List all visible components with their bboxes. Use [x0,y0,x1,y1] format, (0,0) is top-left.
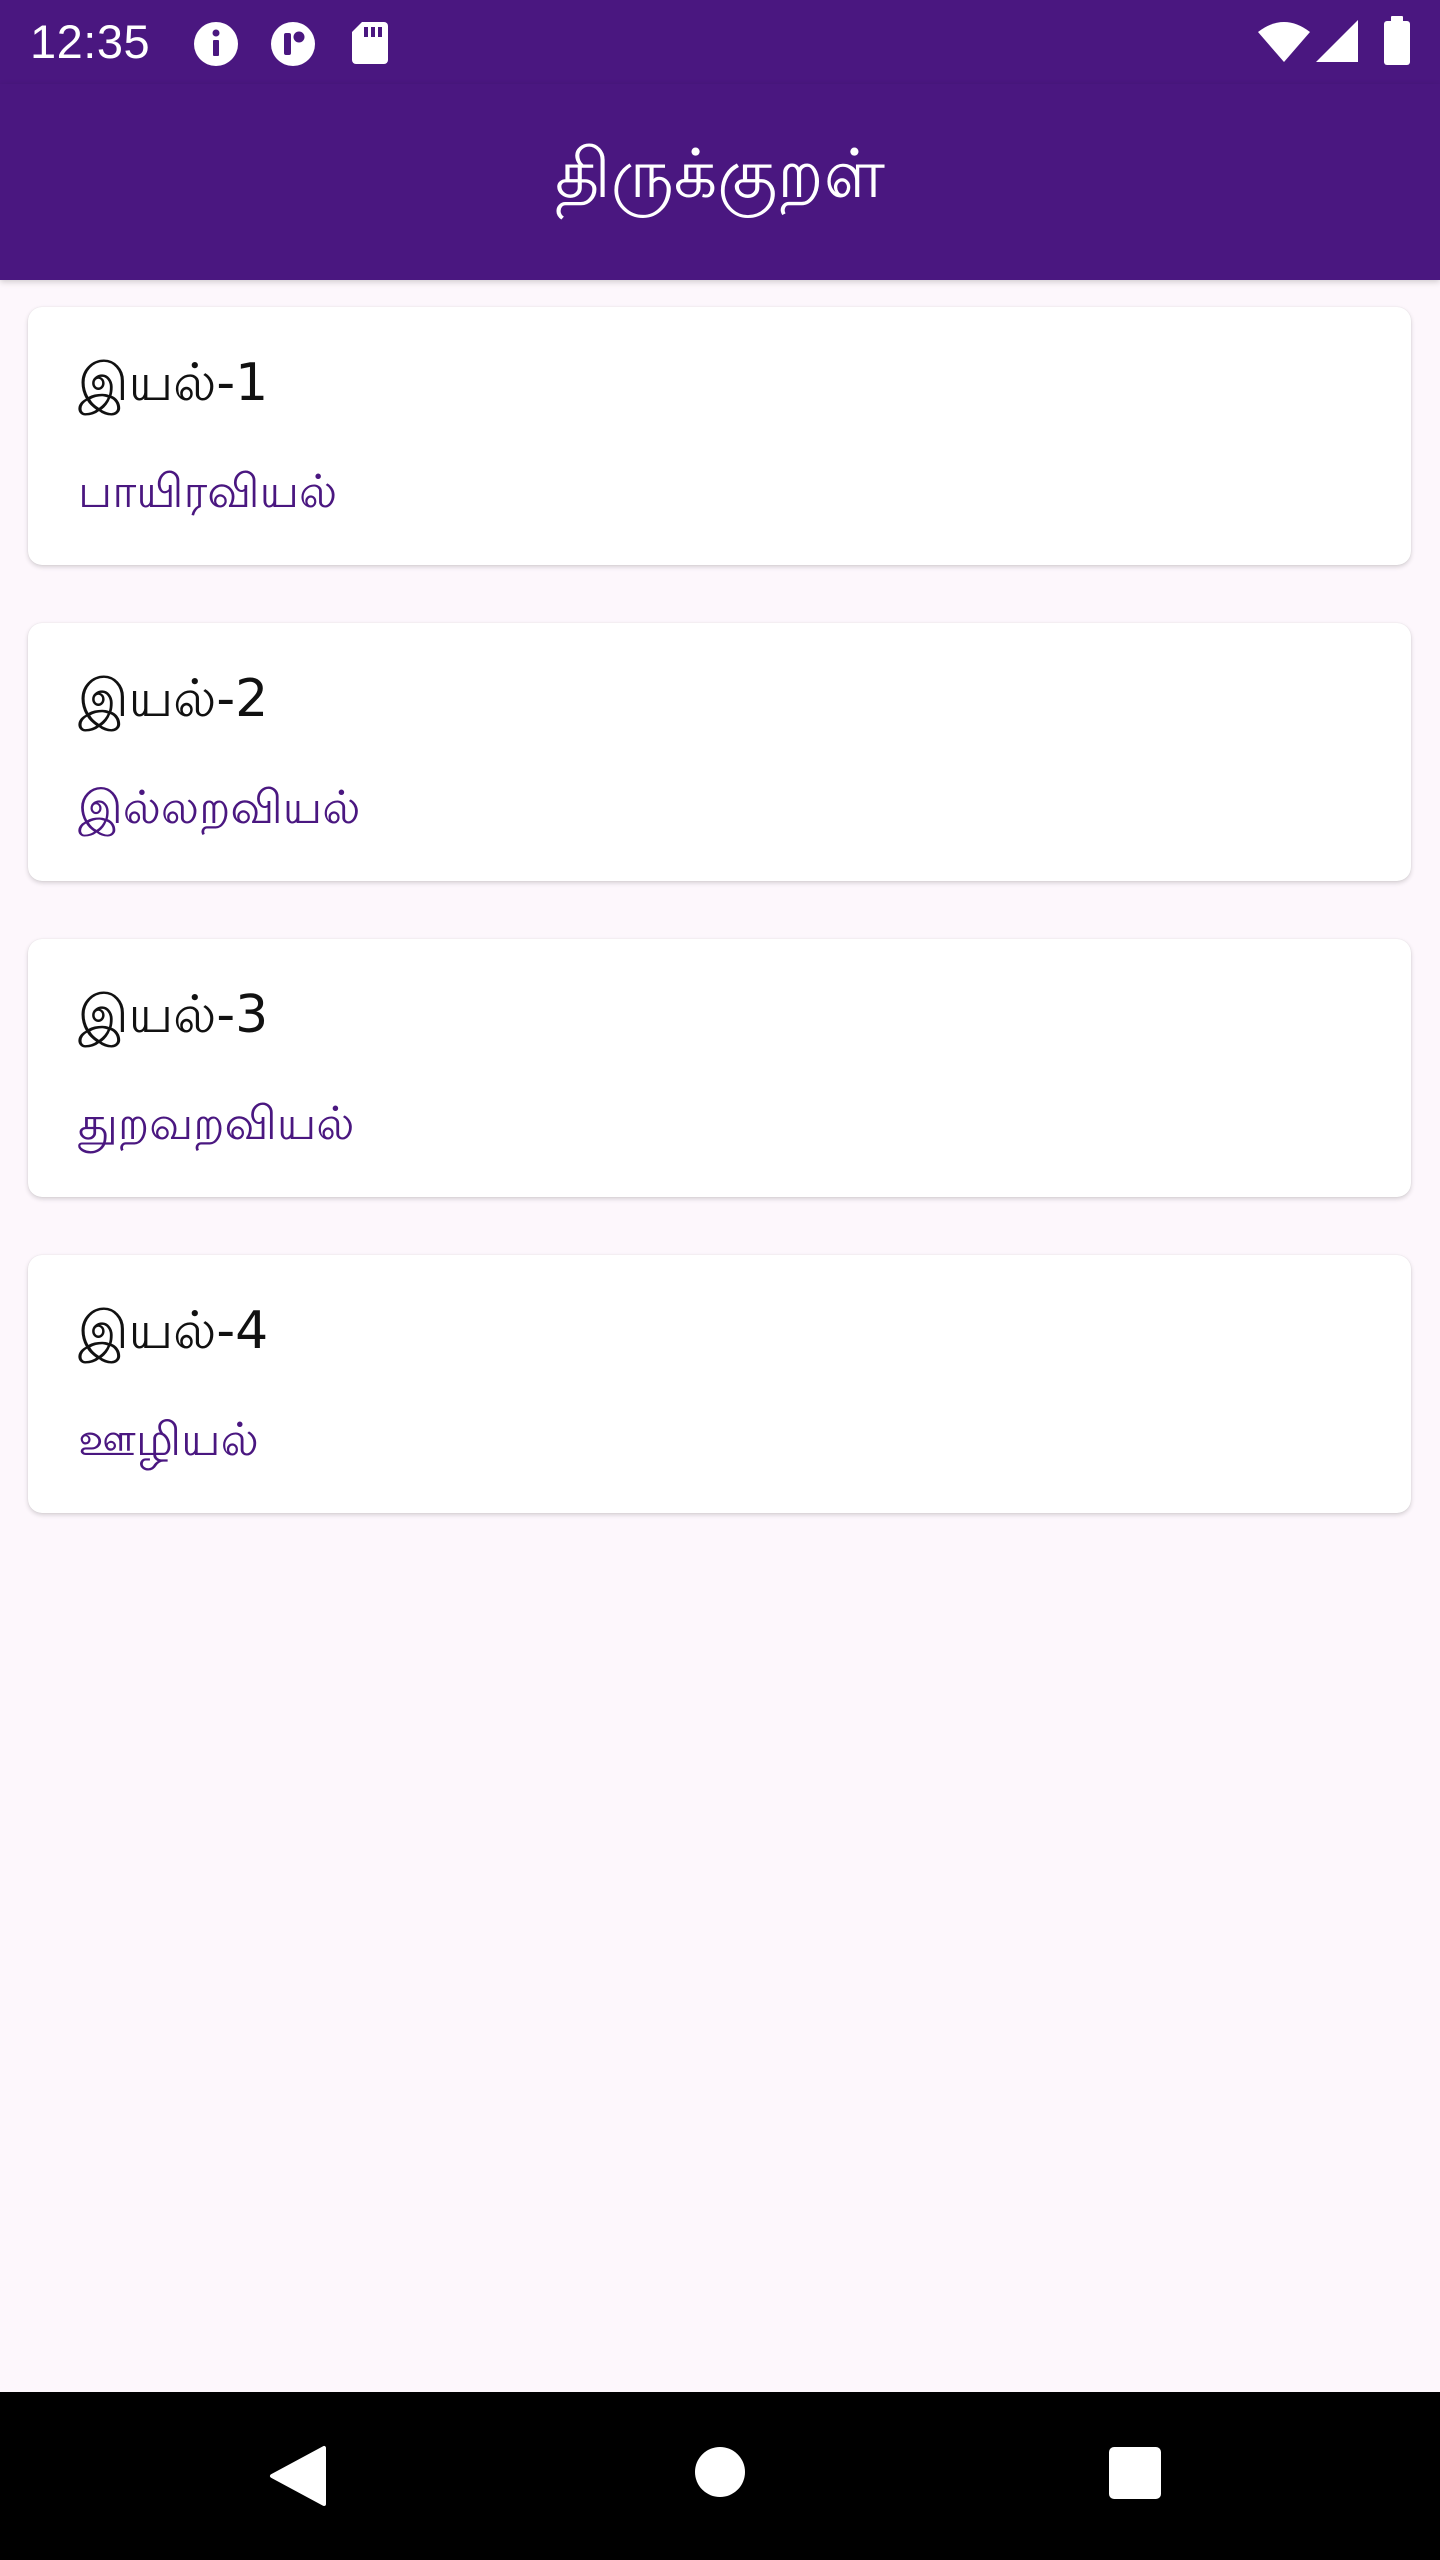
section-subtitle: பாயிரவியல் [78,464,338,518]
cell-signal-icon [1316,20,1358,62]
section-subtitle: துறவறவியல் [78,1096,355,1150]
app-title: திருக்குறள் [555,135,885,214]
home-icon[interactable] [694,2446,746,2498]
section-subtitle: இல்லறவியல் [78,780,361,834]
sd-card-icon [352,22,388,64]
section-card-1[interactable]: இயல்-1 பாயிரவியல் [28,307,1411,565]
wifi-icon [1258,22,1310,62]
recents-icon[interactable] [1108,2446,1162,2500]
navigation-bar [0,2392,1440,2560]
app-bar: திருக்குறள் [0,84,1440,280]
section-title: இயல்-3 [78,985,269,1045]
status-time: 12:35 [30,15,151,68]
section-title: இயல்-2 [78,669,269,729]
section-card-2[interactable]: இயல்-2 இல்லறவியல் [28,623,1411,881]
section-title: இயல்-1 [78,353,269,413]
vpn-key-icon [271,22,315,66]
back-icon[interactable] [268,2445,328,2507]
section-card-3[interactable]: இயல்-3 துறவறவியல் [28,939,1411,1197]
section-title: இயல்-4 [78,1301,269,1361]
section-card-4[interactable]: இயல்-4 ஊழியல் [28,1255,1411,1513]
status-bar: 12:35 [0,0,1440,84]
info-icon [194,22,238,66]
section-subtitle: ஊழியல் [78,1412,259,1466]
battery-icon [1384,16,1410,65]
